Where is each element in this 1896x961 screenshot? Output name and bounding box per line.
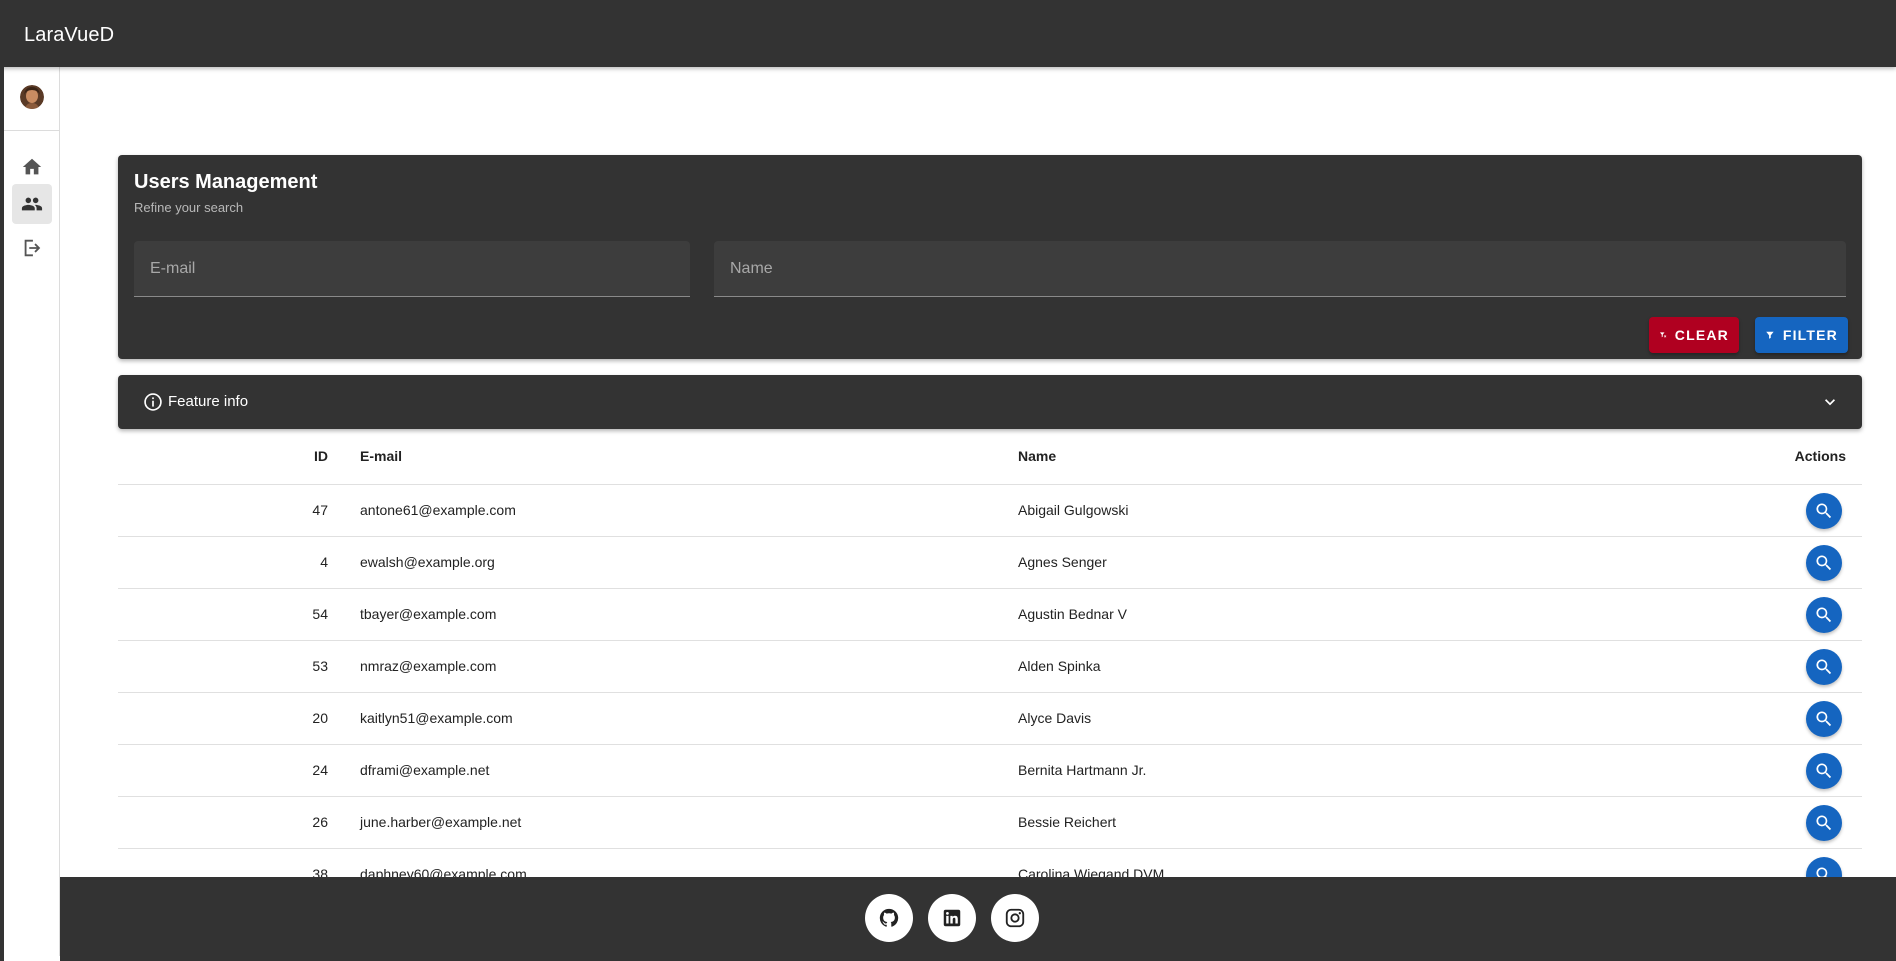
page-subtitle: Refine your search (134, 200, 244, 215)
view-user-button[interactable] (1806, 545, 1842, 581)
user-avatar[interactable] (20, 85, 44, 109)
row-email: nmraz@example.com (360, 658, 497, 674)
row-email: dframi@example.net (360, 762, 490, 778)
row-email: tbayer@example.com (360, 606, 497, 622)
row-name: Bessie Reichert (1018, 814, 1117, 830)
table-row: 4 ewalsh@example.org Agnes Senger (118, 537, 1862, 589)
search-icon (1816, 815, 1832, 831)
info-icon (144, 393, 162, 411)
nav-item-users[interactable] (12, 184, 52, 224)
search-icon (1816, 711, 1832, 727)
row-email: antone61@example.com (360, 502, 516, 518)
column-header-email[interactable]: E-mail (360, 448, 402, 464)
row-name: Agnes Senger (1018, 554, 1107, 570)
view-user-button[interactable] (1806, 597, 1842, 633)
column-header-actions: Actions (1794, 448, 1846, 464)
github-link[interactable] (865, 894, 913, 942)
row-id: 47 (312, 502, 328, 518)
row-name: Alden Spinka (1018, 658, 1101, 674)
row-id: 24 (312, 762, 328, 778)
nav-item-home[interactable] (12, 147, 52, 187)
row-id: 54 (312, 606, 328, 622)
nav-item-logout[interactable] (12, 228, 52, 268)
search-icon (1816, 555, 1832, 571)
linkedin-link[interactable] (928, 894, 976, 942)
view-user-button[interactable] (1806, 805, 1842, 841)
filter-card: Users Management Refine your search CLEA… (118, 155, 1862, 359)
column-header-id[interactable]: ID (314, 448, 328, 464)
footer (60, 877, 1896, 961)
column-header-name[interactable]: Name (1018, 448, 1056, 464)
row-id: 4 (320, 554, 328, 570)
table-header: ID E-mail Name Actions (118, 429, 1862, 485)
home-icon (22, 158, 42, 175)
search-icon (1816, 607, 1832, 623)
table-row: 38 daphney60@example.com Carolina Wiegan… (118, 849, 1862, 877)
table-row: 53 nmraz@example.com Alden Spinka (118, 641, 1862, 693)
page-title: Users Management (134, 171, 318, 193)
nav-divider (4, 130, 60, 131)
table-row: 24 dframi@example.net Bernita Hartmann J… (118, 745, 1862, 797)
filter-button-label: FILTER (1782, 327, 1838, 343)
logout-icon (24, 239, 41, 257)
linkedin-icon (943, 909, 961, 927)
filter-button[interactable]: FILTER (1755, 317, 1848, 353)
row-email: daphney60@example.com (360, 866, 527, 877)
row-email: kaitlyn51@example.com (360, 710, 513, 726)
search-icon (1816, 867, 1828, 877)
search-icon (1816, 503, 1832, 519)
main-content: Users Management Refine your search CLEA… (60, 67, 1896, 877)
row-id: 26 (312, 814, 328, 830)
chevron-down-icon[interactable] (1820, 392, 1840, 412)
row-name: Bernita Hartmann Jr. (1018, 762, 1147, 778)
table-row: 47 antone61@example.com Abigail Gulgowsk… (118, 485, 1862, 537)
filter-remove-icon (1659, 332, 1667, 338)
clear-button[interactable]: CLEAR (1649, 317, 1739, 353)
name-field[interactable] (714, 241, 1846, 297)
feature-info-panel[interactable]: Feature info (118, 375, 1862, 429)
app-title: LaraVueD (24, 24, 115, 46)
row-name: Abigail Gulgowski (1018, 502, 1129, 518)
feature-info-label: Feature info (168, 393, 249, 410)
instagram-icon (1005, 908, 1025, 928)
search-icon (1816, 659, 1832, 675)
view-user-button[interactable] (1806, 701, 1842, 737)
view-user-button[interactable] (1806, 753, 1842, 789)
filter-icon (1766, 331, 1774, 339)
avatar-image (20, 85, 44, 109)
email-field[interactable] (134, 241, 690, 297)
view-user-button[interactable] (1806, 857, 1842, 877)
window-border (0, 0, 4, 961)
users-table: ID E-mail Name Actions 47 antone61@examp… (118, 429, 1862, 877)
row-name: Alyce Davis (1018, 710, 1092, 726)
table-row: 54 tbayer@example.com Agustin Bednar V (118, 589, 1862, 641)
clear-button-label: CLEAR (1674, 327, 1729, 343)
name-input[interactable] (714, 241, 1846, 296)
row-email: june.harber@example.net (360, 814, 522, 830)
table-row: 20 kaitlyn51@example.com Alyce Davis (118, 693, 1862, 745)
view-user-button[interactable] (1806, 649, 1842, 685)
row-name: Agustin Bednar V (1018, 606, 1127, 622)
row-id: 53 (312, 658, 328, 674)
row-id: 38 (312, 866, 328, 877)
app-bar: LaraVueD (0, 0, 1896, 67)
email-input[interactable] (134, 241, 690, 296)
users-icon (21, 197, 43, 211)
row-email: ewalsh@example.org (360, 554, 495, 570)
navigation-rail (4, 67, 60, 956)
table-row: 26 june.harber@example.net Bessie Reiche… (118, 797, 1862, 849)
row-name: Carolina Wiegand DVM (1018, 866, 1165, 877)
instagram-link[interactable] (991, 894, 1039, 942)
github-icon (879, 908, 899, 927)
row-id: 20 (312, 710, 328, 726)
view-user-button[interactable] (1806, 493, 1842, 529)
search-icon (1816, 763, 1832, 779)
